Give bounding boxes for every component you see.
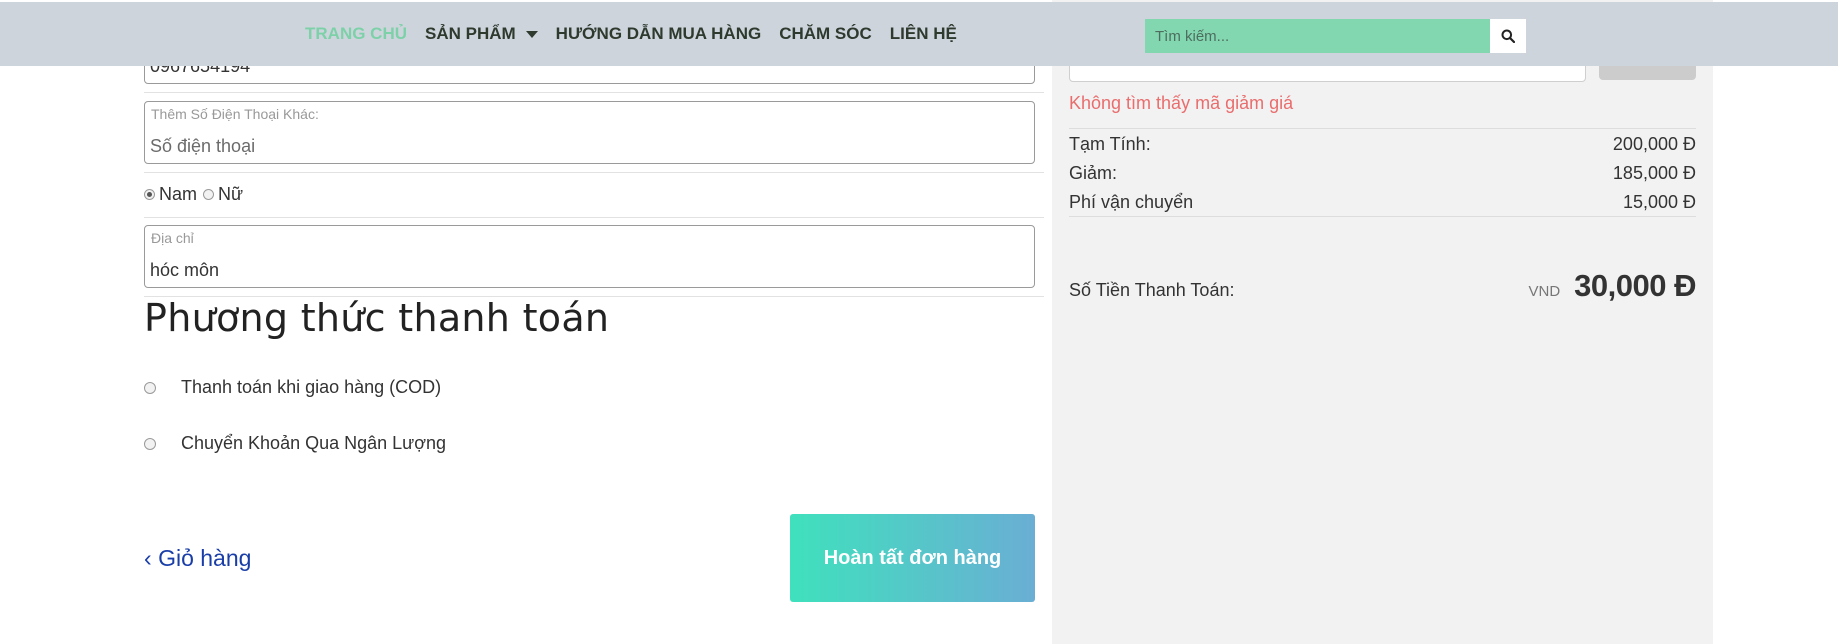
summary-label: Giảm: — [1069, 163, 1118, 183]
nav-item-contact[interactable]: LIÊN HỆ — [890, 24, 957, 44]
divider — [144, 92, 1044, 93]
payment-cod-radio[interactable] — [144, 381, 156, 394]
summary-label: Tạm Tính: — [1069, 134, 1151, 154]
nav-item-label: LIÊN HỆ — [889, 24, 957, 43]
nav-item-shopping-guide[interactable]: HƯỚNG DẪN MUA HÀNG — [556, 24, 762, 44]
divider — [144, 217, 1044, 218]
nav-item-care[interactable]: CHĂM SÓC — [779, 24, 872, 44]
summary-label: Phí vận chuyển — [1069, 192, 1194, 212]
payment-option-bank-transfer[interactable]: Chuyển Khoản Qua Ngân Lượng — [144, 433, 446, 454]
gender-male-label: Nam — [159, 184, 198, 204]
extra-phone-field: Thêm Số Điện Thoại Khác: — [144, 101, 1035, 164]
summary-row-discount: Giảm: 185,000 Đ — [1069, 163, 1696, 184]
address-label: Địa chỉ — [151, 230, 194, 246]
nav-item-products[interactable]: SẢN PHẨM — [425, 24, 538, 44]
summary-row-subtotal: Tạm Tính: 200,000 Đ — [1069, 134, 1696, 155]
summary-row-shipping: Phí vận chuyển 15,000 Đ — [1069, 192, 1696, 213]
search-icon — [1501, 29, 1515, 43]
payment-bank-radio[interactable] — [144, 437, 156, 450]
nav-item-label: CHĂM SÓC — [779, 24, 872, 43]
complete-order-button[interactable]: Hoàn tất đơn hàng — [790, 514, 1035, 602]
caret-down-icon — [525, 30, 538, 38]
gender-female-radio[interactable] — [203, 189, 215, 200]
payment-method-heading: Phương thức thanh toán — [144, 296, 610, 340]
address-input[interactable] — [150, 257, 1010, 283]
back-to-cart-label: Giỏ hàng — [158, 545, 252, 571]
divider — [144, 172, 1044, 173]
gender-male-radio[interactable] — [144, 189, 155, 200]
search-input[interactable] — [1145, 19, 1490, 53]
summary-value: 15,000 Đ — [1622, 192, 1696, 212]
currency-label: VND — [1528, 283, 1561, 300]
order-summary-panel: Không tìm thấy mã giảm giá Tạm Tính: 200… — [1052, 0, 1713, 644]
total-amount: VND 30,000 Đ — [1529, 268, 1697, 304]
total-value: 30,000 Đ — [1574, 268, 1696, 303]
gender-group: Nam Nữ — [144, 184, 249, 205]
address-field: Địa chỉ — [144, 225, 1035, 288]
top-navbar: TRANG CHỦ SẢN PHẨM HƯỚNG DẪN MUA HÀNG CH… — [0, 2, 1838, 66]
coupon-error-message: Không tìm thấy mã giảm giá — [1069, 93, 1294, 113]
nav-item-home[interactable]: TRANG CHỦ — [305, 24, 407, 44]
nav-item-label: TRANG CHỦ — [305, 24, 407, 43]
search-bar — [1145, 19, 1526, 53]
back-to-cart-link[interactable]: ‹ Giỏ hàng — [144, 545, 251, 572]
extra-phone-input[interactable] — [150, 133, 1010, 159]
payment-option-cod[interactable]: Thanh toán khi giao hàng (COD) — [144, 377, 441, 398]
summary-value: 185,000 Đ — [1612, 163, 1696, 183]
payment-option-label: Thanh toán khi giao hàng (COD) — [181, 377, 442, 397]
chevron-left-icon: ‹ — [144, 545, 152, 571]
summary-value: 200,000 Đ — [1612, 134, 1696, 154]
summary-total-row: Số Tiền Thanh Toán: VND 30,000 Đ — [1069, 268, 1696, 304]
nav-item-label: SẢN PHẨM — [425, 24, 516, 43]
extra-phone-label: Thêm Số Điện Thoại Khác: — [151, 106, 319, 122]
search-button[interactable] — [1490, 19, 1526, 53]
divider — [1069, 128, 1696, 129]
nav-item-label: HƯỚNG DẪN MUA HÀNG — [555, 24, 762, 43]
payment-option-label: Chuyển Khoản Qua Ngân Lượng — [181, 433, 447, 453]
total-label: Số Tiền Thanh Toán: — [1069, 280, 1235, 300]
gender-female-label: Nữ — [218, 184, 244, 204]
divider — [1069, 216, 1696, 217]
main-menu: TRANG CHỦ SẢN PHẨM HƯỚNG DẪN MUA HÀNG CH… — [305, 2, 975, 66]
